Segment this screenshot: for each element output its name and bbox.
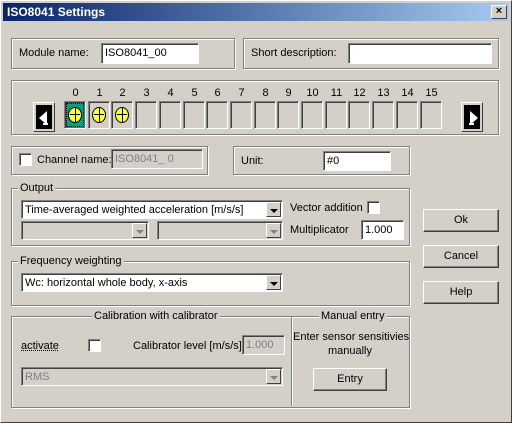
activate-checkbox[interactable] [88,339,101,352]
entry-button[interactable]: Entry [313,368,387,391]
output-sub-select-1[interactable] [21,221,149,240]
channel-slot-9[interactable] [277,101,299,129]
sensor-icon [92,107,106,123]
channel-number-6: 6 [214,87,221,99]
channel-number-2: 2 [119,87,126,99]
vector-addition-label: Vector addition [290,202,363,214]
previous-channels-button[interactable] [33,102,55,132]
chevron-down-icon[interactable] [132,223,147,238]
output-sub-select-2[interactable] [157,221,283,240]
channel-number-10: 10 [306,87,319,99]
sensor-icon [68,107,82,123]
channel-slot-0[interactable] [64,101,86,129]
channel-slot-6[interactable] [206,101,228,129]
calibrator-level-label: Calibrator level [m/s/s] [133,340,242,352]
unit-input[interactable]: #0 [323,151,391,171]
channel-slot-3[interactable] [135,101,157,129]
activate-label: activate [21,340,59,352]
settings-window: ISO8041 Settings × Module name: ISO8041_… [0,0,512,423]
channel-slot-13[interactable] [372,101,394,129]
frequency-weighting-select[interactable]: Wc: horizontal whole body, x-axis [21,273,283,292]
manual-entry-legend: Manual entry [319,310,387,322]
calibration-mode-value: RMS [25,371,50,383]
channel-slot-11[interactable] [325,101,347,129]
chevron-down-icon[interactable] [266,223,281,238]
chevron-down-icon[interactable] [266,202,281,217]
sensor-icon [115,107,129,123]
channel-slot-10[interactable] [301,101,323,129]
calibrator-level-input[interactable]: 1.000 [242,335,285,355]
channel-slot-15[interactable] [420,101,442,129]
channel-number-4: 4 [167,87,174,99]
chevron-down-icon[interactable] [266,275,281,290]
channel-slot-7[interactable] [230,101,252,129]
output-measure-select[interactable]: Time-averaged weighted acceleration [m/s… [21,200,283,219]
channel-slot-4[interactable] [159,101,181,129]
channel-name-checkbox[interactable] [19,153,32,166]
module-name-input[interactable]: ISO8041_00 [101,43,199,64]
channel-number-13: 13 [377,87,390,99]
ok-button[interactable]: Ok [423,209,499,232]
frequency-weighting-value: Wc: horizontal whole body, x-axis [25,277,188,289]
channel-slot-12[interactable] [348,101,370,129]
module-name-label: Module name: [19,47,89,59]
help-button[interactable]: Help [423,281,499,304]
channel-slot-14[interactable] [396,101,418,129]
channel-number-14: 14 [401,87,414,99]
manual-entry-text-2: manually [327,345,373,357]
output-measure-value: Time-averaged weighted acceleration [m/s… [25,204,244,216]
channel-slot-8[interactable] [254,101,276,129]
window-title: ISO8041 Settings [7,5,106,19]
short-description-input[interactable] [348,43,492,64]
next-channels-button[interactable] [461,102,483,132]
channel-name-input[interactable]: ISO8041_ 0 [111,149,203,169]
channel-number-5: 5 [191,87,198,99]
multiplicator-input[interactable]: 1.000 [361,220,404,240]
channel-number-11: 11 [330,87,343,99]
channel-slot-1[interactable] [88,101,110,129]
short-description-label: Short description: [251,47,337,59]
channel-number-0: 0 [72,87,79,99]
channel-name-label: Channel name: [37,154,112,166]
channel-number-3: 3 [143,87,150,99]
calibration-mode-select[interactable]: RMS [21,367,283,386]
cancel-button[interactable]: Cancel [423,245,499,268]
frequency-weighting-legend: Frequency weighting [18,255,124,267]
chevron-down-icon[interactable] [266,369,281,384]
channel-number-15: 15 [425,87,438,99]
channel-number-8: 8 [262,87,269,99]
title-bar[interactable]: ISO8041 Settings × [3,3,509,21]
calibration-legend: Calibration with calibrator [92,310,220,322]
close-button[interactable]: × [491,5,507,19]
vector-addition-checkbox[interactable] [367,201,380,214]
multiplicator-label: Multiplicator [290,224,349,236]
channel-number-1: 1 [96,87,103,99]
channel-number-9: 9 [285,87,292,99]
channel-number-12: 12 [353,87,366,99]
channel-slot-2[interactable] [111,101,133,129]
manual-entry-text-1: Enter sensor sensitivies [293,331,410,343]
channel-slot-5[interactable] [183,101,205,129]
output-legend: Output [18,182,56,194]
unit-label: Unit: [241,155,264,167]
channel-number-7: 7 [238,87,245,99]
